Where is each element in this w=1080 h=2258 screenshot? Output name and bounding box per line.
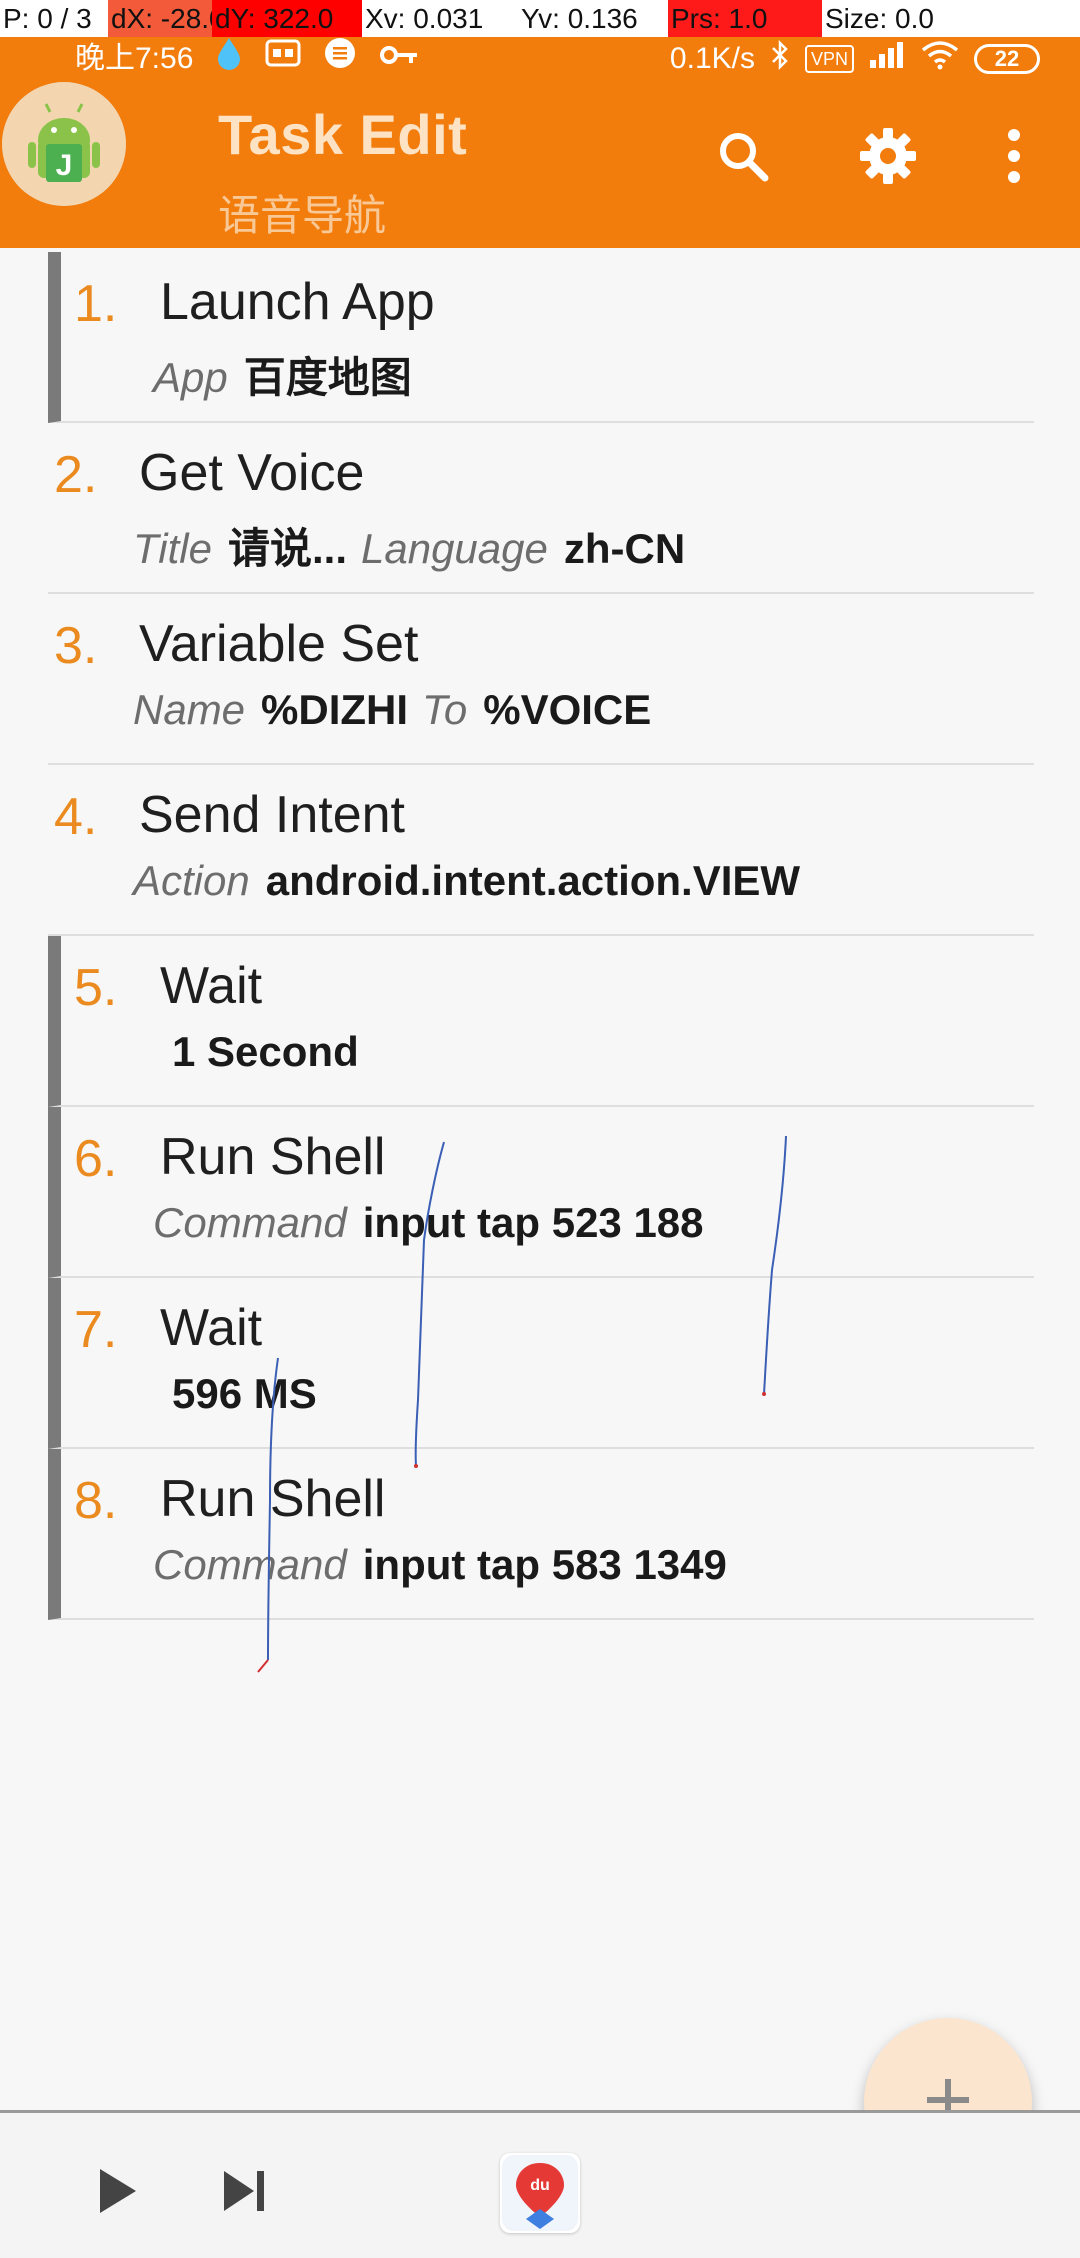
wifi-icon [920,40,960,78]
pressure: Prs: 1.0 [668,0,822,37]
arg-label: Name [133,686,246,733]
step-button[interactable] [204,2153,284,2233]
delta-y: dY: 322.0 [212,0,362,37]
arg-value: 百度地图 [243,354,412,401]
action-row-1[interactable]: 1. Launch App App 百度地图 [48,252,1034,423]
action-number: 7. [74,1301,118,1359]
action-name: Launch App [160,273,435,331]
bottom-toolbar: du [0,2110,1080,2258]
action-number: 6. [74,1130,118,1188]
step-icon [220,2168,268,2219]
action-args: Name %DIZHI To %VOICE [133,686,665,734]
arg-value: 596 MS [172,1370,317,1417]
pointer-count: P: 0 / 3 [0,0,108,37]
delta-x: dX: -28.0 [108,0,212,37]
arg-value: 请说... [227,525,347,572]
card-icon [265,37,301,80]
arg-value: input tap 583 1349 [362,1541,727,1588]
action-row-2[interactable]: 2. Get Voice Title 请说... Language zh-CN [48,423,1034,594]
action-number: 3. [54,617,98,675]
action-args: Action android.intent.action.VIEW [133,857,814,905]
arg-value: 1 Second [172,1028,359,1075]
battery-indicator: 22 [974,43,1040,74]
app-bar: J Task Edit 语音导航 [0,80,1080,248]
search-button[interactable] [703,118,783,198]
action-name: Run Shell [160,1128,386,1186]
arg-value: %DIZHI [261,686,409,733]
action-args: 1 Second [172,1028,373,1076]
task-name[interactable]: 语音导航 [218,182,386,243]
action-number: 8. [74,1472,118,1530]
action-row-3[interactable]: 3. Variable Set Name %DIZHI To %VOICE [48,594,1034,765]
search-icon [715,128,771,189]
settings-button[interactable] [848,118,928,198]
action-number: 2. [54,446,98,504]
arg-label: Command [153,1199,347,1246]
signal-icon [868,40,906,78]
action-number: 4. [54,788,98,846]
tasker-app-icon[interactable]: J [2,82,126,206]
action-row-6[interactable]: 6. Run Shell Command input tap 523 188 [48,1107,1034,1278]
key-icon [379,37,419,80]
action-name: Wait [160,957,263,1015]
vpn-badge: VPN [804,44,854,73]
network-speed: 0.1K/s [669,41,755,75]
action-name: Send Intent [139,786,405,844]
task-icon-button[interactable]: du [500,2153,580,2233]
action-args: Command input tap 523 188 [153,1199,718,1247]
action-args: 596 MS [172,1370,331,1418]
action-args: App 百度地图 [153,344,426,405]
touch-size: Size: 0.0 [822,0,1080,37]
arg-label: Action [133,857,250,904]
velocity-x: Xv: 0.031 [362,0,518,37]
action-number: 1. [74,275,118,333]
action-name: Run Shell [160,1470,386,1528]
arg-value: input tap 523 188 [362,1199,704,1246]
action-name: Get Voice [139,444,365,502]
arg-label: To [422,686,468,733]
page-title: Task Edit [218,103,468,166]
arg-label: Title [133,525,212,572]
gear-icon [858,126,918,191]
bluetooth-icon [769,39,791,79]
action-name: Variable Set [139,615,419,673]
action-row-8[interactable]: 8. Run Shell Command input tap 583 1349 [48,1449,1034,1620]
play-button[interactable] [78,2153,158,2233]
baidu-icon-text: du [530,2177,550,2194]
action-row-7[interactable]: 7. Wait 596 MS [48,1278,1034,1449]
action-name: Wait [160,1299,263,1357]
arg-value: %VOICE [483,686,652,733]
arg-label: App [153,354,228,401]
play-icon [96,2166,140,2221]
status-bar: 晚上7:56 0.1K/s VPN 22 [0,37,1080,80]
clock: 晚上7:56 [75,42,194,75]
baidu-maps-icon: du [500,2153,580,2233]
action-row-4[interactable]: 4. Send Intent Action android.intent.acti… [48,765,1034,936]
arg-value: android.intent.action.VIEW [265,857,801,904]
arg-label: Language [361,525,548,572]
notes-icon [323,36,357,82]
svg-text:J: J [56,149,73,182]
pointer-location-overlay: P: 0 / 3 dX: -28.0 dY: 322.0 Xv: 0.031 Y… [0,0,1080,37]
arg-value: zh-CN [563,525,686,572]
action-number: 5. [74,959,118,1017]
task-action-list: 1. Launch App App 百度地图 2. Get Voice Title… [48,252,1034,1620]
overflow-menu-icon [1007,128,1021,189]
drop-icon [215,36,243,82]
arg-label: Command [153,1541,347,1588]
action-args: Command input tap 583 1349 [153,1541,741,1589]
overflow-menu-button[interactable] [974,118,1054,198]
action-row-5[interactable]: 5. Wait 1 Second [48,936,1034,1107]
velocity-y: Yv: 0.136 [518,0,668,37]
action-args: Title 请说... Language zh-CN [133,515,699,576]
